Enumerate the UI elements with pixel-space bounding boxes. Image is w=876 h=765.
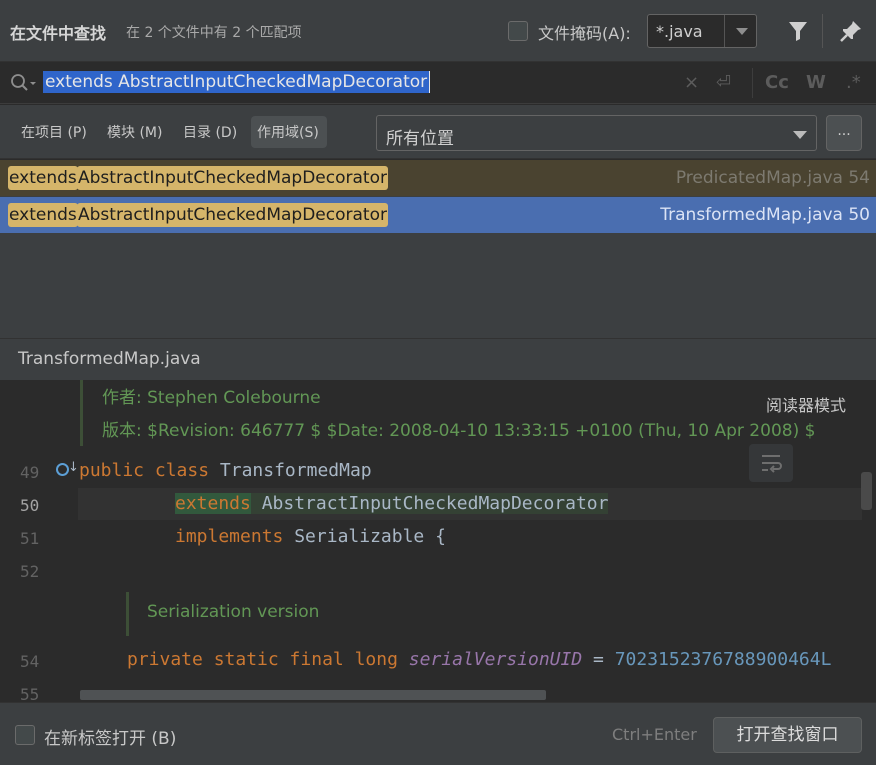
- doc-serialization: Serialization version: [147, 602, 320, 622]
- search-divider: [752, 68, 753, 98]
- result-file: TransformedMap.java 50: [660, 205, 870, 225]
- match-case-icon[interactable]: Cc: [765, 72, 789, 93]
- doc-author: 作者: Stephen Colebourne: [102, 388, 321, 408]
- regex-icon[interactable]: .*: [846, 72, 861, 93]
- result-row[interactable]: extends AbstractInputCheckedMapDecorator…: [0, 160, 876, 196]
- code-keyword: implements: [175, 526, 284, 547]
- file-mask-combobox[interactable]: *.java: [647, 14, 757, 48]
- whole-words-icon[interactable]: W: [806, 72, 826, 93]
- tab-scope[interactable]: 作用域(S): [257, 122, 319, 142]
- tab-project[interactable]: 在项目 (P): [21, 122, 87, 142]
- dialog-title: 在文件中查找: [10, 24, 107, 43]
- match-keyword: extends: [8, 203, 78, 227]
- pin-icon[interactable]: [838, 18, 864, 44]
- reader-mode-button[interactable]: 阅读器模式: [766, 392, 846, 416]
- search-bar: extends AbstractInputCheckedMapDecorator…: [0, 62, 876, 104]
- open-find-window-button[interactable]: 打开查找窗口: [713, 717, 862, 753]
- open-in-new-tab-checkbox[interactable]: [15, 725, 35, 745]
- line-number: 49: [20, 463, 40, 482]
- code-class-name: TransformedMap: [219, 460, 372, 481]
- line-number: 52: [20, 562, 40, 581]
- code-match-class: AbstractInputCheckedMapDecorator: [250, 493, 609, 514]
- code-line-51: implements Serializable {: [175, 526, 446, 547]
- match-keyword: extends: [8, 166, 78, 190]
- vertical-scrollbar[interactable]: [861, 472, 872, 510]
- code-keyword: private static final long: [127, 649, 398, 670]
- chevron-down-icon[interactable]: [724, 15, 757, 47]
- tab-directory[interactable]: 目录 (D): [183, 122, 237, 142]
- preview-header: TransformedMap.java: [0, 338, 876, 380]
- code-line-54: private static final long serialVersionU…: [127, 649, 831, 670]
- scope-bar: 在项目 (P) 模块 (M) 目录 (D) 作用域(S) 所有位置 ...: [0, 105, 876, 159]
- tab-module[interactable]: 模块 (M): [107, 122, 162, 142]
- results-list: extends AbstractInputCheckedMapDecorator…: [0, 160, 876, 338]
- code-interface-name: Serializable {: [294, 526, 446, 547]
- horizontal-scrollbar[interactable]: [80, 690, 546, 700]
- line-number: 50: [20, 496, 40, 515]
- dialog-footer: 在新标签打开 (B) Ctrl+Enter 打开查找窗口: [0, 702, 876, 765]
- doc-comment-bar: [126, 592, 129, 636]
- soft-wrap-icon[interactable]: [749, 444, 793, 482]
- doc-version: 版本: $Revision: 646777 $ $Date: 2008-04-1…: [102, 421, 816, 441]
- match-text: AbstractInputCheckedMapDecorator: [77, 166, 388, 190]
- search-icon[interactable]: [10, 73, 38, 93]
- code-keyword: class: [154, 460, 210, 481]
- shortcut-hint: Ctrl+Enter: [612, 725, 697, 744]
- location-value: 所有位置: [386, 129, 454, 149]
- code-operator: =: [582, 649, 615, 670]
- new-line-icon[interactable]: ⏎: [716, 72, 731, 93]
- code-line-50: extends AbstractInputCheckedMapDecorator: [175, 493, 609, 514]
- search-input[interactable]: extends AbstractInputCheckedMapDecorator: [43, 71, 431, 93]
- code-number: 7023152376788900464L: [614, 649, 832, 670]
- file-mask-label: 文件掩码(A):: [538, 24, 631, 43]
- line-number: 51: [20, 529, 40, 548]
- code-keyword: public: [79, 460, 145, 481]
- code-field: serialVersionUID: [408, 649, 583, 670]
- line-number: 54: [20, 652, 40, 671]
- find-header: 在文件中查找 在 2 个文件中有 2 个匹配项 文件掩码(A): *.java: [0, 0, 876, 62]
- file-mask-checkbox[interactable]: [508, 21, 528, 41]
- match-summary: 在 2 个文件中有 2 个匹配项: [126, 25, 302, 41]
- code-line-49: public class TransformedMap: [79, 460, 372, 481]
- file-mask-value: *.java: [656, 22, 703, 41]
- preview-file-name: TransformedMap.java: [18, 349, 201, 369]
- override-arrow-icon: ↓: [68, 460, 79, 475]
- doc-comment-bar: [80, 380, 83, 446]
- clear-search-icon[interactable]: ×: [684, 72, 699, 93]
- code-preview[interactable]: 作者: Stephen Colebourne 版本: $Revision: 64…: [0, 380, 876, 702]
- chevron-down-icon: [793, 131, 807, 139]
- open-in-new-tab-label: 在新标签打开 (B): [44, 729, 177, 749]
- code-class-name: AbstractInputCheckedMapDecorator: [261, 493, 609, 514]
- match-text: AbstractInputCheckedMapDecorator: [77, 203, 388, 227]
- line-number: 55: [20, 685, 40, 702]
- result-file: PredicatedMap.java 54: [675, 168, 870, 188]
- result-row-selected[interactable]: extends AbstractInputCheckedMapDecorator…: [0, 197, 876, 233]
- toolbar-divider: [822, 14, 823, 48]
- location-select[interactable]: 所有位置: [376, 115, 817, 151]
- code-match-keyword: extends: [175, 493, 251, 514]
- filter-icon[interactable]: [786, 18, 810, 44]
- browse-scope-button[interactable]: ...: [826, 115, 862, 151]
